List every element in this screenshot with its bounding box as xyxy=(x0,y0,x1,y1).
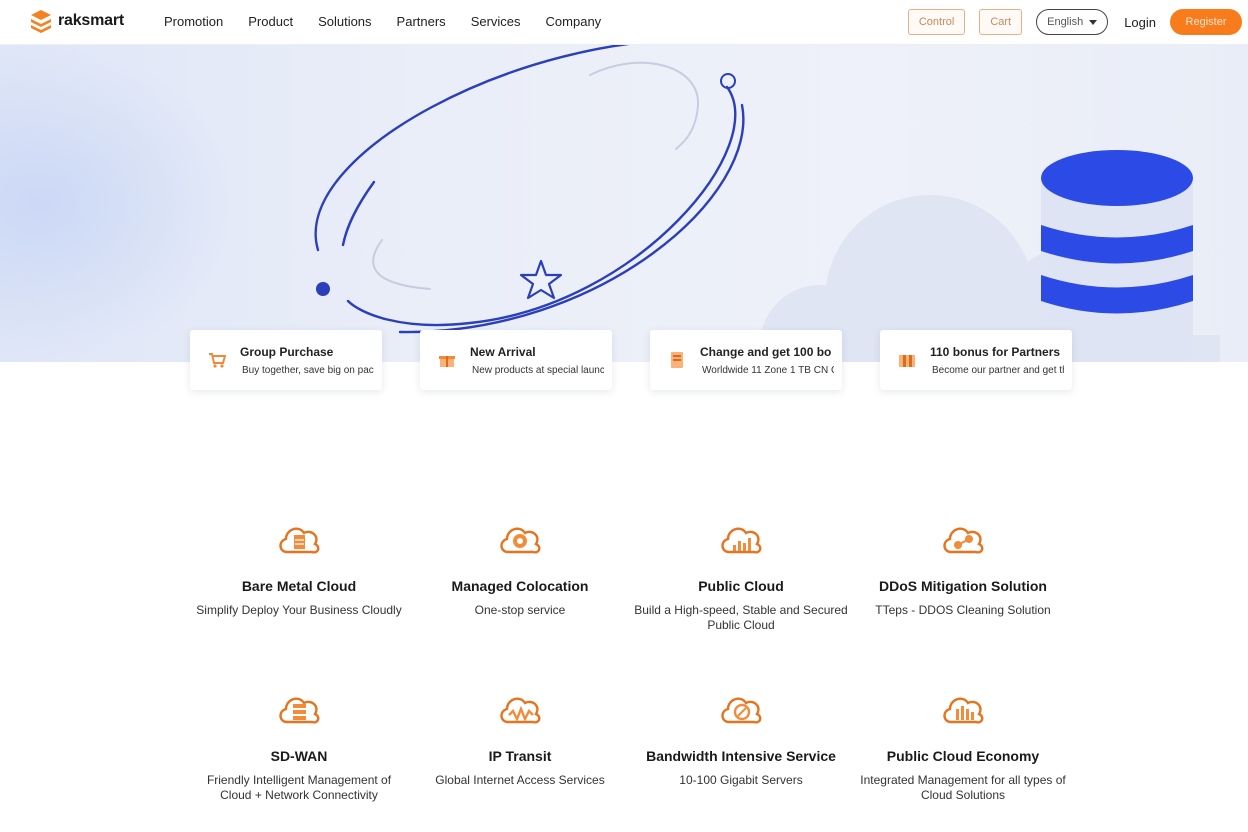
feature-title: Change and get 100 bonus xyxy=(700,345,832,359)
service-managed-colocation[interactable]: Managed Colocation One-stop service xyxy=(405,519,635,618)
colocation-cloud-icon xyxy=(500,527,541,554)
feature-title: Group Purchase xyxy=(240,345,334,359)
service-ip-transit[interactable]: IP Transit Global Internet Access Servic… xyxy=(405,689,635,788)
service-title: Bare Metal Cloud xyxy=(241,578,357,594)
service-title: Public Cloud xyxy=(698,578,784,594)
network-cloud-icon xyxy=(279,697,320,724)
feature-subtitle: New products at special launch prices xyxy=(472,365,604,376)
menu-item-product[interactable]: Product xyxy=(248,14,293,29)
gift-icon xyxy=(439,356,455,367)
nav-actions: Control Cart English Login Register xyxy=(907,9,1242,35)
language-value: English xyxy=(1047,16,1084,28)
economy-cloud-icon xyxy=(943,697,984,724)
service-title: IP Transit xyxy=(488,748,552,764)
chevron-down-icon xyxy=(1089,19,1098,25)
server-cloud-icon xyxy=(279,527,320,554)
transit-cloud-icon xyxy=(500,697,541,724)
service-public-cloud[interactable]: Public Cloud Build a High-speed, Stable … xyxy=(626,519,856,633)
service-description: TTeps - DDOS Cleaning Solution xyxy=(875,603,1051,617)
service-description: Simplify Deploy Your Business Cloudly xyxy=(196,603,402,617)
document-icon xyxy=(671,352,683,368)
gift-box-icon xyxy=(899,355,915,367)
menu-item-company[interactable]: Company xyxy=(546,14,602,29)
service-description: Global Internet Access Services xyxy=(435,773,605,787)
service-description: Integrated Management for all types of C… xyxy=(860,773,1066,802)
feature-title: 110 bonus for Partners xyxy=(930,345,1061,359)
service-ddos-mitigation[interactable]: DDoS Mitigation Solution TTeps - DDOS Cl… xyxy=(848,519,1078,618)
menu-item-promotion[interactable]: Promotion xyxy=(164,14,223,29)
feature-card-partners-bonus[interactable]: 110 bonus for Partners Become our partne… xyxy=(880,330,1072,390)
service-public-cloud-economy[interactable]: Public Cloud Economy Integrated Manageme… xyxy=(848,689,1078,803)
hero-illustration xyxy=(0,45,1220,362)
menu-item-solutions[interactable]: Solutions xyxy=(318,14,371,29)
main-menu: Promotion Product Solutions Partners Ser… xyxy=(164,14,626,29)
service-description: Friendly Intelligent Management of Cloud… xyxy=(206,773,392,802)
service-description: Build a High-speed, Stable and Secured P… xyxy=(634,603,848,632)
star-icon xyxy=(519,259,563,300)
service-title: SD-WAN xyxy=(270,748,328,764)
login-link[interactable]: Login xyxy=(1124,15,1156,30)
service-description: One-stop service xyxy=(474,603,566,617)
chart-cloud-icon xyxy=(721,527,762,554)
service-bandwidth-intensive[interactable]: Bandwidth Intensive Service 10-100 Gigab… xyxy=(626,689,856,788)
logo-icon xyxy=(31,10,51,33)
feature-title: New Arrival xyxy=(470,345,536,359)
menu-item-services[interactable]: Services xyxy=(471,14,521,29)
feature-card-change-bonus[interactable]: Change and get 100 bonus Worldwide 11 Zo… xyxy=(650,330,842,390)
feature-card-group-purchase[interactable]: Group Purchase Buy together, save big on… xyxy=(190,330,382,390)
feature-card-new-arrival[interactable]: New Arrival New products at special laun… xyxy=(420,330,612,390)
service-sd-wan[interactable]: SD-WAN Friendly Intelligent Management o… xyxy=(184,689,414,803)
orbit-dot xyxy=(316,282,330,296)
service-description: 10-100 Gigabit Servers xyxy=(679,773,803,787)
cart-icon xyxy=(209,353,226,368)
feature-subtitle: Worldwide 11 Zone 1 TB CN Connect xyxy=(702,365,834,376)
top-navbar: raksmart Promotion Product Solutions Par… xyxy=(0,0,1248,45)
feature-subtitle: Become our partner and get the benefits xyxy=(932,365,1064,376)
register-button[interactable]: Register xyxy=(1170,9,1242,35)
control-button[interactable]: Control xyxy=(907,9,966,35)
service-bare-metal-cloud[interactable]: Bare Metal Cloud Simplify Deploy Your Bu… xyxy=(184,519,414,618)
hero-banner xyxy=(0,45,1248,362)
bandwidth-cloud-icon xyxy=(721,697,762,724)
language-select[interactable]: English xyxy=(1036,9,1109,35)
feature-subtitle: Buy together, save big on packages xyxy=(242,365,374,376)
service-title: Bandwidth Intensive Service xyxy=(646,748,836,764)
brand-logo[interactable]: raksmart xyxy=(30,9,124,33)
shield-cloud-icon xyxy=(943,527,984,554)
cart-button[interactable]: Cart xyxy=(979,9,1023,35)
service-title: DDoS Mitigation Solution xyxy=(879,578,1047,594)
brand-name: raksmart xyxy=(58,12,125,29)
service-title: Public Cloud Economy xyxy=(886,748,1040,764)
service-title: Managed Colocation xyxy=(451,578,589,594)
menu-item-partners[interactable]: Partners xyxy=(397,14,446,29)
